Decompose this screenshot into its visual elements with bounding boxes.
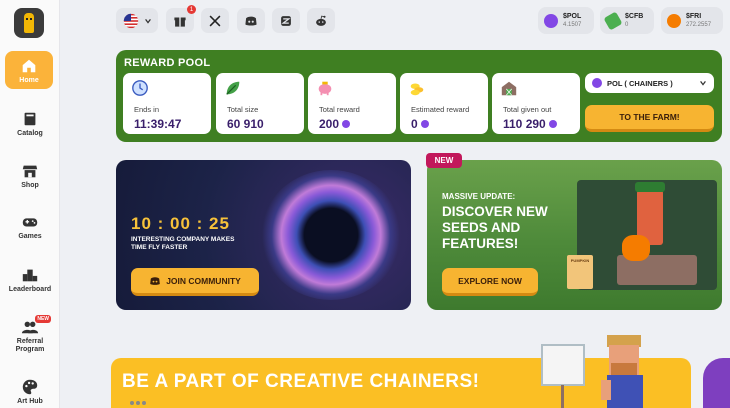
pol-token-icon [420, 120, 429, 128]
wallet-symbol: $POL [563, 12, 582, 20]
sidebar-item-label: Shop [21, 182, 39, 189]
community-tagline: INTERESTING COMPANY MAKES TIME FLY FASTE… [131, 236, 235, 251]
home-icon [22, 59, 36, 73]
sidebar-item-label: Referral Program [15, 338, 45, 353]
card-value: 110 290 [503, 117, 546, 131]
sidebar-item-referral[interactable]: NEW Referral Program [0, 315, 60, 354]
gift-count-badge: 1 [187, 5, 196, 14]
discord-icon [245, 16, 257, 26]
sidebar-item-label: Home [19, 77, 39, 84]
leaf-icon [226, 81, 240, 95]
countdown-timer: 10 : 00 : 25 [131, 214, 230, 233]
carousel-dots[interactable] [130, 401, 146, 405]
join-community-button[interactable]: JOIN COMMUNITY [131, 268, 259, 296]
wallet-symbol: $FRI [686, 12, 702, 20]
wallet-amount: 0 [625, 21, 629, 28]
sidebar-item-shop[interactable]: Shop [0, 162, 60, 189]
zealy-link[interactable] [272, 8, 300, 33]
total-given-out-card: Total given out 110 290 [492, 73, 580, 134]
pol-token-icon [548, 120, 557, 128]
portal-illustration [261, 170, 401, 300]
book-icon [24, 112, 36, 126]
reward-pool-title: REWARD POOL [124, 57, 211, 69]
podium-icon [22, 269, 38, 282]
palette-icon [22, 379, 38, 395]
pol-token-icon [342, 120, 351, 128]
sidebar-item-label: Leaderboard [8, 286, 52, 293]
sidebar-item-label: Art Hub [17, 398, 43, 405]
card-label: Total reward [319, 105, 360, 114]
gift-icon [174, 17, 186, 27]
total-size-card: Total size 60 910 [216, 73, 304, 134]
card-value: 200 [319, 117, 340, 131]
language-selector[interactable] [116, 8, 158, 33]
wallet-amount: 4.1507 [563, 21, 582, 28]
card-label: Ends in [134, 105, 160, 114]
cfb-token-icon [603, 10, 623, 31]
seed-packet-label: PUMPKIN [570, 258, 590, 263]
chevron-down-icon [144, 18, 151, 24]
wallet-pol[interactable]: $POL 4.1507 [538, 7, 594, 34]
token-select-value: POL ( CHAINERS ) [607, 78, 673, 88]
creative-headline: BE A PART OF CREATIVE CHAINERS! [122, 371, 480, 392]
shop-icon [22, 165, 38, 178]
update-headline: DISCOVER NEW SEEDS AND FEATURES! [442, 204, 548, 251]
us-flag-icon [123, 13, 138, 28]
sidebar: Home Catalog Shop Games Leaderboard NEW … [0, 0, 60, 408]
ends-in-card: Ends in 11:39:47 [123, 73, 211, 134]
x-twitter-link[interactable] [201, 8, 229, 33]
sidebar-item-catalog[interactable]: Catalog [0, 110, 60, 137]
sidebar-item-art-hub[interactable]: Art Hub [0, 378, 60, 405]
new-badge: NEW [35, 315, 51, 323]
reddit-icon [316, 15, 326, 26]
painter-character-illustration [541, 335, 643, 408]
card-label: Total given out [503, 105, 552, 114]
sidebar-item-label: Games [18, 233, 42, 240]
zealy-icon [281, 15, 291, 26]
token-select[interactable]: POL ( CHAINERS ) [585, 73, 714, 93]
fri-coin-icon [667, 13, 681, 28]
pol-coin-icon [544, 13, 558, 28]
total-reward-card: Total reward 200 [308, 73, 396, 134]
wallet-cfb[interactable]: $CFB 0 [600, 7, 654, 34]
sidebar-item-home[interactable]: Home [5, 51, 53, 89]
x-logo-icon [209, 15, 221, 26]
update-subtitle: MASSIVE UPDATE: [442, 192, 516, 201]
sidebar-item-games[interactable]: Games [0, 213, 60, 240]
wallet-amount: 272.2557 [686, 21, 712, 28]
card-label: Total size [227, 105, 259, 114]
join-community-label: JOIN COMMUNITY [166, 275, 241, 286]
explore-now-button[interactable]: EXPLORE NOW [442, 268, 538, 296]
card-value: 11:39:47 [134, 117, 182, 131]
pig-icon [318, 81, 332, 96]
update-banner[interactable]: PUMPKIN MASSIVE UPDATE: DISCOVER NEW SEE… [427, 160, 722, 310]
pumpkin-illustration [622, 235, 650, 261]
discord-icon [150, 276, 160, 285]
coins-icon [410, 83, 424, 96]
new-tag: NEW [426, 153, 462, 168]
estimated-reward-card: Estimated reward 0 [400, 73, 488, 134]
reward-pool-panel: REWARD POOL Ends in 11:39:47 Total size … [116, 50, 722, 142]
wallet-symbol: $CFB [625, 12, 644, 20]
barn-icon [501, 81, 517, 96]
discord-link[interactable] [237, 8, 265, 33]
wallet-fri[interactable]: $FRI 272.2557 [661, 7, 723, 34]
card-value: 0 [411, 117, 418, 131]
pol-token-icon [592, 78, 602, 88]
seed-packet: PUMPKIN [567, 255, 593, 289]
app-logo[interactable] [14, 8, 44, 38]
next-banner-peek[interactable] [703, 358, 730, 408]
community-banner[interactable]: 10 : 00 : 25 INTERESTING COMPANY MAKES T… [116, 160, 411, 310]
sidebar-item-label: Catalog [17, 130, 43, 137]
sidebar-item-leaderboard[interactable]: Leaderboard [0, 266, 60, 293]
clock-icon [132, 80, 148, 96]
card-label: Estimated reward [411, 105, 470, 114]
card-value: 60 910 [227, 117, 264, 131]
to-the-farm-button[interactable]: TO THE FARM! [585, 105, 714, 132]
gifts-button[interactable]: 1 [166, 5, 196, 33]
chevron-down-icon [700, 81, 706, 86]
gamepad-icon [22, 218, 38, 227]
reddit-link[interactable] [307, 8, 335, 33]
